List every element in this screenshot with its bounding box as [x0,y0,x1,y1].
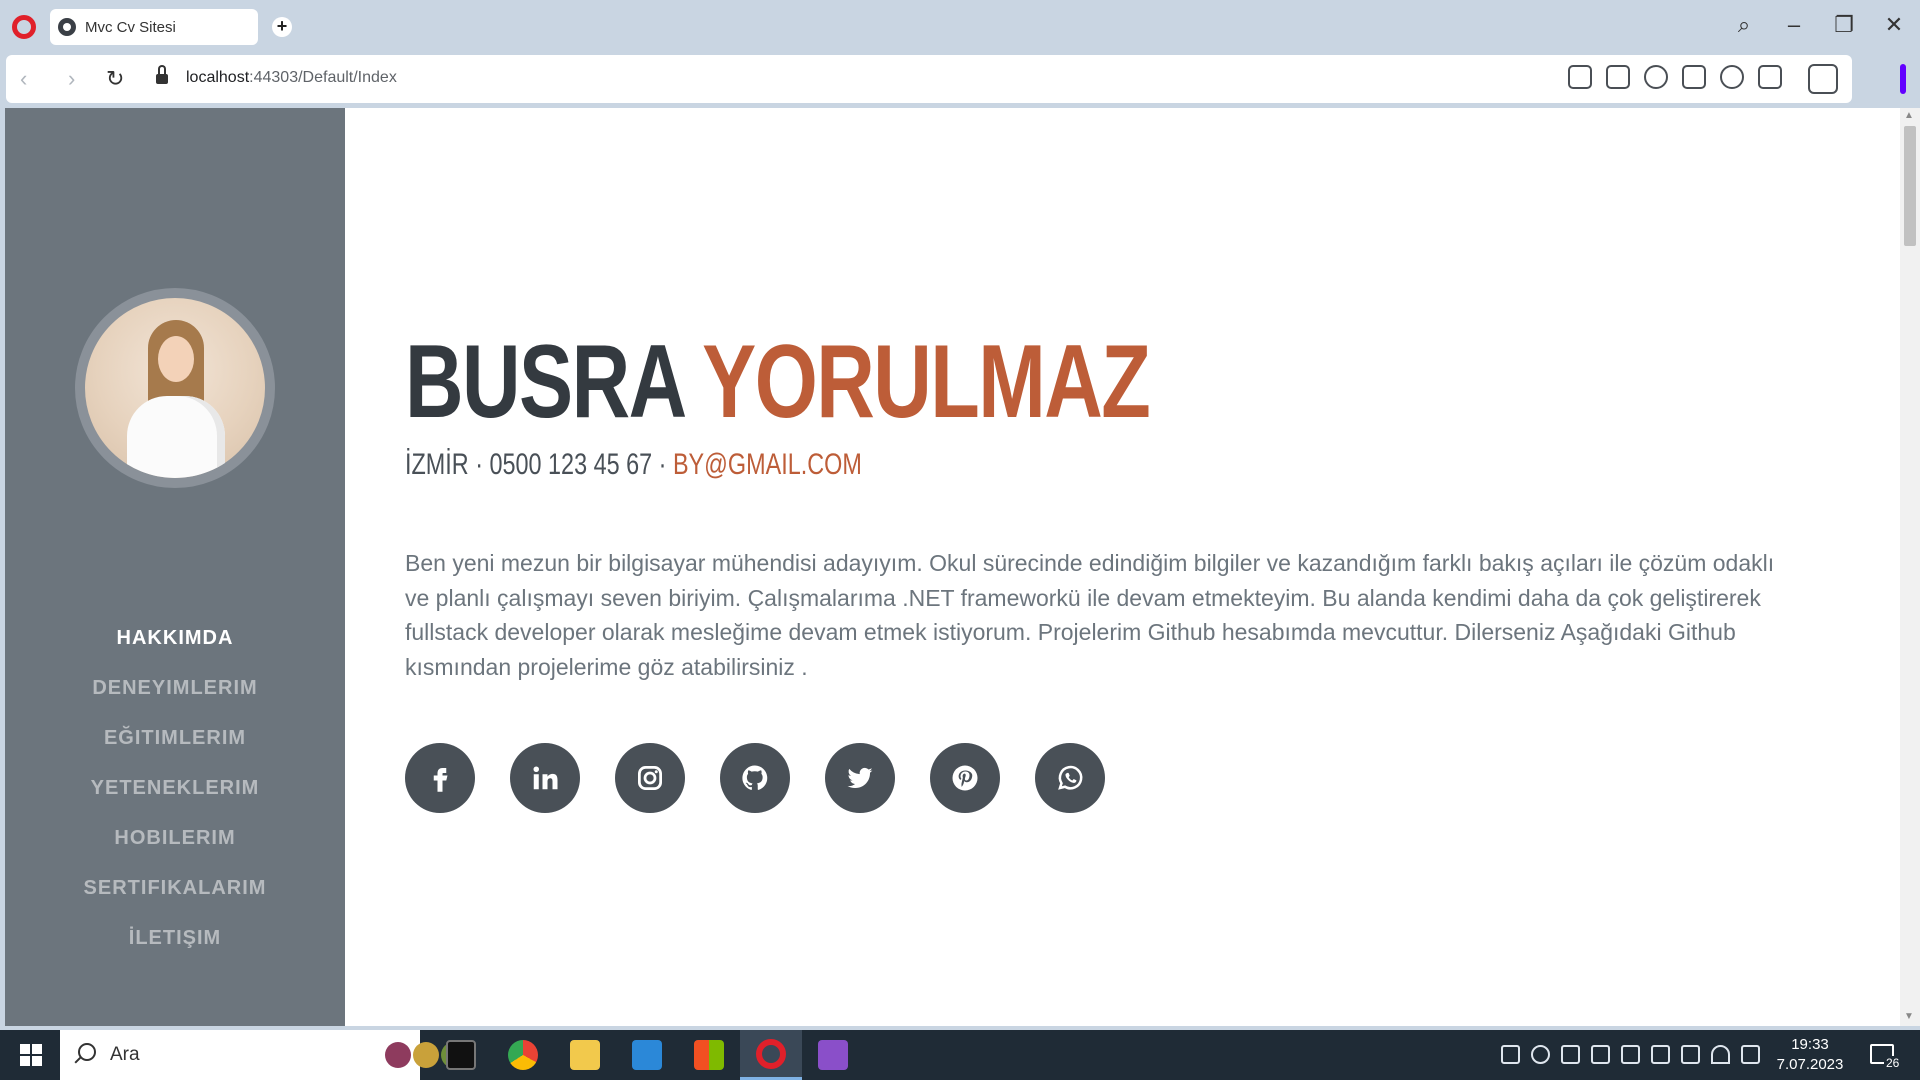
terminal-icon [446,1040,476,1070]
back-icon[interactable]: ‹ [20,66,27,92]
twitter-icon[interactable] [825,743,895,813]
forward-icon[interactable]: › [68,66,75,92]
nav-item-sertifikalarim[interactable]: SERTIFIKALARIM [5,863,345,913]
taskbar-app-opera[interactable] [740,1030,802,1080]
clock-time: 19:33 [1791,1036,1829,1053]
instagram-icon[interactable] [615,743,685,813]
url-path: :44303/Default/Index [249,69,397,86]
main-content: BUSRA YORULMAZ İZMİR · 0500 123 45 67 · … [345,108,1900,1026]
scroll-thumb[interactable] [1904,126,1916,246]
contact-line: İZMİR · 0500 123 45 67 · BY@GMAIL.COM [405,448,862,482]
vertical-scrollbar[interactable]: ▲ ▼ [1900,108,1920,1026]
bluetooth-icon[interactable] [1561,1045,1580,1064]
lock-icon[interactable] [156,65,168,85]
reload-icon[interactable]: ↻ [106,66,124,92]
taskbar-app-visual-studio[interactable] [802,1030,864,1080]
linkedin-icon[interactable] [510,743,580,813]
new-tab-button[interactable]: + [272,17,292,37]
taskbar-app-mail[interactable] [616,1030,678,1080]
player-icon[interactable] [1682,65,1706,89]
heart-icon[interactable] [1720,65,1744,89]
url-host: localhost [186,69,250,86]
search-icon [78,1043,96,1061]
facebook-icon[interactable] [405,743,475,813]
wifi-icon[interactable] [1711,1045,1730,1064]
display-icon[interactable] [1651,1045,1670,1064]
app-tray-icon[interactable] [1501,1045,1520,1064]
extensions-icon[interactable] [1808,64,1838,94]
clock-date: 7.07.2023 [1776,1056,1844,1073]
social-links [405,743,1105,813]
page-viewport: HAKKIMDA DENEYIMLERIM EĞITIMLERIM YETENE… [5,108,1920,1026]
first-name: BUSRA [405,324,684,440]
nav-item-egitimlerim[interactable]: EĞITIMLERIM [5,713,345,763]
taskbar-apps [430,1030,864,1080]
notification-count: 26 [1884,1056,1902,1070]
taskbar-app-chrome[interactable] [492,1030,554,1080]
nav-item-yeteneklerim[interactable]: YETENEKLERIM [5,763,345,813]
github-icon[interactable] [720,743,790,813]
chevron-up-icon[interactable] [1471,1045,1490,1064]
sidebar-toggle[interactable] [1900,64,1906,94]
battery-icon[interactable] [1681,1045,1700,1064]
taskbar-search-input[interactable]: Ara [110,1044,140,1066]
store-icon [694,1040,724,1070]
site-nav: HAKKIMDA DENEYIMLERIM EĞITIMLERIM YETENE… [5,613,345,963]
meet-icon[interactable] [1621,1045,1640,1064]
taskbar-search[interactable]: Ara [60,1030,467,1080]
address-bar: ‹ › ↻ localhost:44303/Default/Index [6,55,1852,103]
visual-studio-icon [818,1040,848,1070]
pinterest-icon[interactable] [930,743,1000,813]
browser-tab[interactable]: Mvc Cv Sitesi [50,9,258,45]
scroll-down-icon[interactable]: ▼ [1904,1011,1914,1022]
page-title: BUSRA YORULMAZ [405,323,1151,442]
site-sidebar: HAKKIMDA DENEYIMLERIM EĞITIMLERIM YETENE… [5,108,345,1026]
easy-setup-icon[interactable] [1758,65,1782,89]
last-name: YORULMAZ [702,324,1151,440]
opera-logo-icon[interactable] [12,15,36,39]
share-icon[interactable] [1568,65,1592,89]
location-phone: İZMİR · 0500 123 45 67 · [405,448,667,481]
cloud-icon[interactable] [1531,1045,1550,1064]
nav-item-deneyimlerim[interactable]: DENEYIMLERIM [5,663,345,713]
nav-item-iletisim[interactable]: İLETIŞIM [5,913,345,963]
taskbar-clock[interactable]: 19:33 7.07.2023 [1770,1035,1850,1075]
globe-icon [58,18,76,36]
opera-icon [756,1038,786,1069]
scroll-up-icon[interactable]: ▲ [1904,110,1914,121]
nav-item-hakkimda[interactable]: HAKKIMDA [5,613,345,663]
whatsapp-icon[interactable] [1035,743,1105,813]
chrome-icon [508,1040,538,1070]
browser-tab-bar: Mvc Cv Sitesi + ⌕ – ❐ ✕ [0,0,1920,54]
minimize-button[interactable]: – [1779,12,1809,38]
tab-title: Mvc Cv Sitesi [85,18,176,36]
taskbar-app-terminal[interactable] [430,1030,492,1080]
camera-icon[interactable] [1606,65,1630,89]
nav-item-hobilerim[interactable]: HOBILERIM [5,813,345,863]
security-icon[interactable] [1591,1045,1610,1064]
email-link[interactable]: BY@GMAIL.COM [673,448,862,481]
adblock-icon[interactable] [1644,65,1668,89]
taskbar-app-store[interactable] [678,1030,740,1080]
system-tray [1471,1045,1760,1064]
mail-icon [632,1040,662,1070]
search-tabs-icon[interactable]: ⌕ [1729,12,1759,38]
avatar [75,288,275,488]
volume-icon[interactable] [1741,1045,1760,1064]
taskbar: Ara 19:33 7.07.2023 26 [0,1030,1920,1080]
about-text: Ben yeni mezun bir bilgisayar mühendisi … [405,550,1775,680]
windows-start-icon[interactable] [20,1044,42,1066]
taskbar-app-explorer[interactable] [554,1030,616,1080]
url-field[interactable]: localhost:44303/Default/Index [186,69,397,87]
close-button[interactable]: ✕ [1879,12,1909,38]
folder-icon [570,1040,600,1070]
restore-button[interactable]: ❐ [1829,12,1859,38]
address-bar-tools [1568,65,1782,89]
